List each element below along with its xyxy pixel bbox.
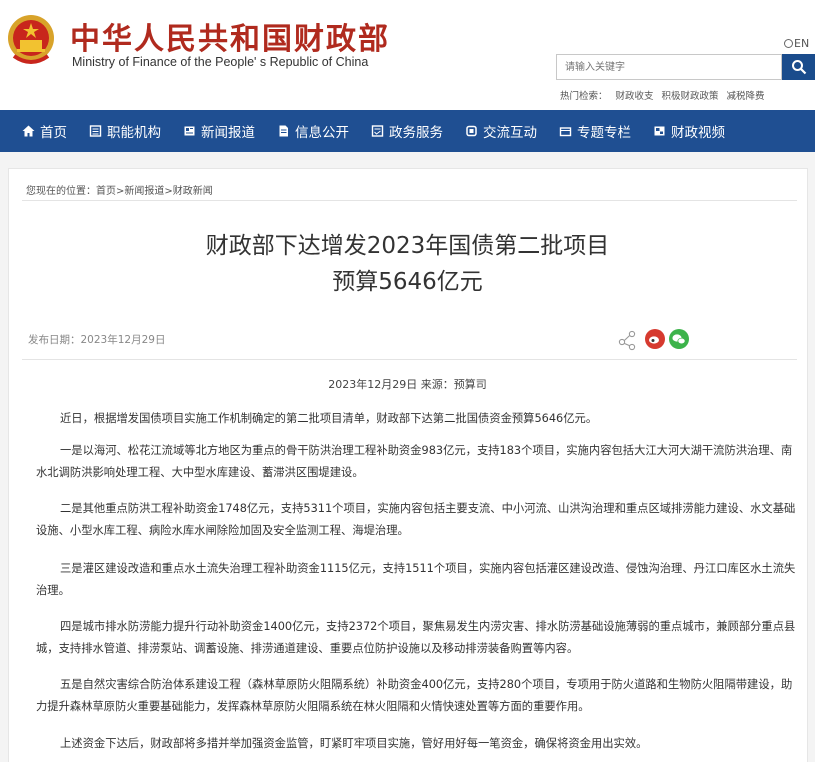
article-paragraph: 四是城市排水防涝能力提升行动补助资金1400亿元，支持2372个项目，聚焦易发生… [36,620,796,655]
site-header: 中华人民共和国财政部 Ministry of Finance of the Pe… [0,0,815,110]
language-label: EN [794,37,810,50]
nav-label: 首页 [40,125,67,141]
nav-item-interaction[interactable]: 交流互动 [465,121,537,141]
wechat-icon[interactable] [669,329,689,349]
site-title-cn[interactable]: 中华人民共和国财政部 [70,14,390,58]
folder-icon [559,127,572,137]
article-paragraph: 三是灌区建设改造和重点水土流失治理工程补助资金1115亿元，支持1511个项目，… [36,562,796,597]
search-icon [791,60,806,75]
nav-label: 交流互动 [483,125,537,141]
article-paragraph: 二是其他重点防洪工程补助资金1748亿元，支持5311个项目，实施内容包括主要支… [36,502,796,537]
language-switch[interactable]: EN [784,37,809,50]
hot-word-link[interactable]: 财政收支 [616,91,654,102]
article-source: 2023年12月29日 来源：预算司 [328,378,487,391]
nav-item-departments[interactable]: 职能机构 [89,121,161,141]
divider [22,359,797,360]
national-emblem-icon [8,15,54,64]
hot-search-label: 热门检索： [560,91,608,102]
article-paragraph: 五是自然灾害综合防治体系建设工程（森林草原防火阻隔系统）补助资金400亿元，支持… [36,678,793,713]
nav-label: 信息公开 [295,125,349,141]
article-paragraph: 上述资金下达后，财政部将多措并举加强资金监管，盯紧盯牢项目实施，管好用好每一笔资… [60,737,648,750]
article-paragraph: 一是以海河、松花江流域等北方地区为重点的骨干防洪治理工程补助资金983亿元，支持… [36,444,793,479]
hot-search: 热门检索： 财政收支 积极财政政策 减税降费 [560,88,773,102]
nav-item-disclosure[interactable]: 信息公开 [277,121,349,141]
nav-item-services[interactable]: 政务服务 [371,121,443,141]
nav-item-news[interactable]: 新闻报道 [183,121,255,141]
main-nav: 首页 职能机构 新闻报道 信息公开 政务服务 交流互动 专题专栏 财政视频 [0,110,815,152]
nav-item-home[interactable]: 首页 [22,121,67,141]
divider [22,200,797,201]
article-paragraph: 近日，根据增发国债项目实施工作机制确定的第二批项目清单，财政部下达第二批国债资金… [60,412,598,425]
newspaper-icon [184,126,195,136]
nav-label: 专题专栏 [577,125,631,141]
nav-item-videos[interactable]: 财政视频 [653,121,725,141]
breadcrumb[interactable]: 您现在的位置：首页>新闻报道>财政新闻 [26,182,213,197]
hot-word-link[interactable]: 减税降费 [727,91,765,102]
globe-icon [784,39,793,48]
search-button[interactable] [782,54,815,80]
book-icon [89,125,102,137]
site-title-en: Ministry of Finance of the People' s Rep… [72,55,369,69]
article-title-line1: 财政部下达增发2023年国债第二批项目 [205,233,610,259]
document-icon [279,125,288,137]
home-icon [22,125,35,137]
article-title-line2: 预算5646亿元 [332,269,483,295]
video-icon [654,126,665,136]
nav-item-topics[interactable]: 专题专栏 [559,121,631,141]
nav-label: 职能机构 [107,125,161,141]
hot-word-link[interactable]: 积极财政政策 [662,91,719,102]
share-icon[interactable] [618,330,636,351]
search-input[interactable] [556,54,782,80]
nav-label: 政务服务 [389,125,443,141]
share-bar [618,329,689,351]
article-title: 财政部下达增发2023年国债第二批项目 预算5646亿元 [0,228,815,300]
publish-date: 发布日期：2023年12月29日 [28,334,166,346]
chat-icon [466,125,477,137]
nav-label: 新闻报道 [201,125,255,141]
weibo-icon[interactable] [645,329,665,349]
service-icon [371,125,384,137]
nav-label: 财政视频 [671,125,725,141]
